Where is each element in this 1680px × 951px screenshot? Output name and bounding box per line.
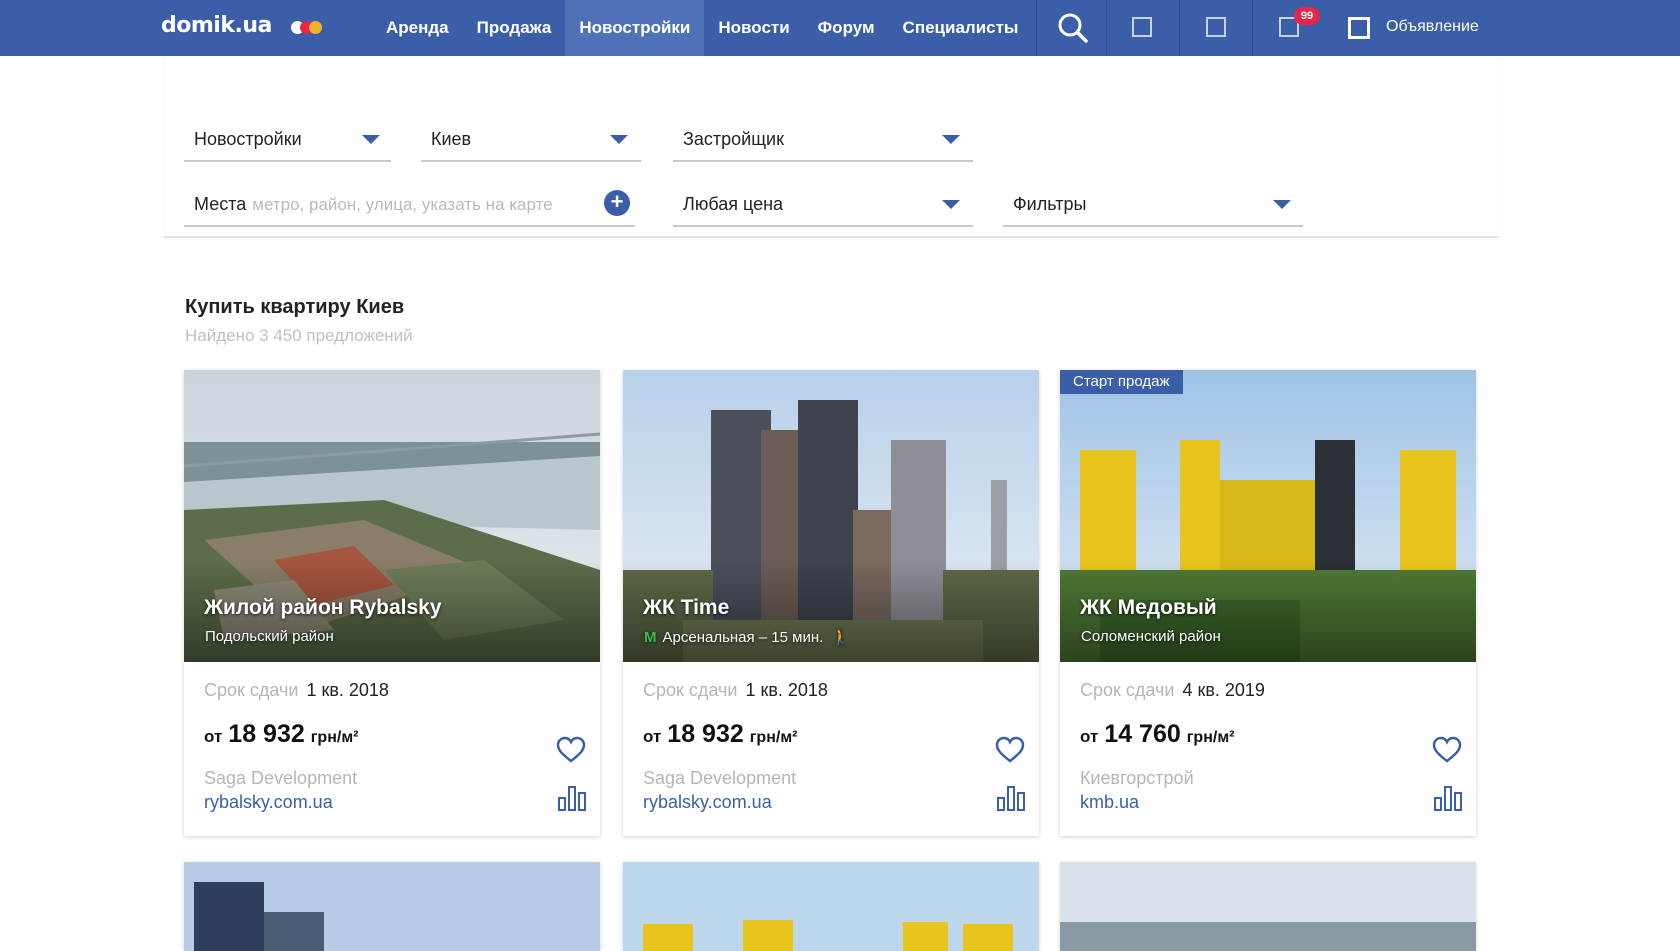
chevron-down-icon	[942, 200, 960, 209]
deadline-value: 4 кв. 2019	[1182, 680, 1265, 700]
chevron-down-icon	[942, 135, 960, 144]
listing-photo[interactable]: Жилой район Rybalsky Подольский район	[184, 370, 600, 662]
category-value: Новостройки	[194, 129, 302, 149]
places-label: Места	[194, 194, 247, 214]
chevron-down-icon	[362, 135, 380, 144]
top-navigation-bar: domik.ua Аренда Продажа Новостройки Ново…	[0, 0, 1680, 56]
city-select[interactable]: Киев	[421, 118, 641, 162]
listing-card[interactable]	[623, 862, 1039, 951]
main-nav: Аренда Продажа Новостройки Новости Форум…	[372, 0, 1032, 56]
deadline-label: Срок сдачи	[643, 680, 738, 700]
listing-name: ЖК Медовый	[1080, 596, 1217, 619]
listing-photo[interactable]	[1060, 862, 1476, 951]
nav-item-rent[interactable]: Аренда	[372, 0, 463, 56]
listing-photo[interactable]	[184, 862, 600, 951]
developer-name: Saga Development	[204, 768, 358, 788]
listing-location: M Арсенальная – 15 мин. 🚶	[644, 629, 850, 646]
sales-start-badge: Старт продаж	[1060, 370, 1183, 394]
filter-panel: Новостройки Киев Застройщик Места метро, …	[164, 56, 1498, 238]
deadline-value: 1 кв. 2018	[306, 680, 389, 700]
nav-item-specialists[interactable]: Специалисты	[889, 0, 1033, 56]
chevron-down-icon	[1273, 200, 1291, 209]
favorite-heart-icon[interactable]	[1432, 736, 1462, 764]
add-place-icon[interactable]: +	[604, 190, 630, 216]
listing-card[interactable]	[1060, 862, 1476, 951]
toolbar-button-1[interactable]	[1106, 0, 1179, 56]
listing-card[interactable]	[184, 862, 600, 951]
listing-card[interactable]: Старт продаж ЖК Медовый Соломенский райо…	[1060, 370, 1476, 836]
listing-location: Подольский район	[205, 628, 334, 645]
compare-chart-icon[interactable]	[1433, 784, 1463, 812]
nav-item-news[interactable]: Новости	[704, 0, 803, 56]
metro-icon: M	[644, 629, 657, 646]
square-icon	[1132, 17, 1152, 37]
listing-location: Соломенский район	[1081, 628, 1221, 645]
listing-card[interactable]: ЖК Time M Арсенальная – 15 мин. 🚶 Срок сда…	[623, 370, 1039, 836]
developer-site-link[interactable]: kmb.ua	[1080, 792, 1139, 813]
add-listing-icon[interactable]	[1348, 17, 1370, 39]
favorite-heart-icon[interactable]	[995, 736, 1025, 764]
deadline-label: Срок сдачи	[204, 680, 299, 700]
more-filters-value: Фильтры	[1013, 194, 1087, 214]
developer-site-link[interactable]: rybalsky.com.ua	[643, 792, 772, 813]
price-value: Любая цена	[683, 194, 784, 214]
category-select[interactable]: Новостройки	[184, 118, 391, 162]
compare-chart-icon[interactable]	[557, 784, 587, 812]
nav-item-new-buildings[interactable]: Новостройки	[565, 0, 705, 56]
logo-dots-icon	[291, 21, 325, 35]
listing-name: Жилой район Rybalsky	[204, 596, 442, 619]
deadline-value: 1 кв. 2018	[745, 680, 828, 700]
developer-site-link[interactable]: rybalsky.com.ua	[204, 792, 333, 813]
listing-card[interactable]: Жилой район Rybalsky Подольский район Ср…	[184, 370, 600, 836]
favorite-heart-icon[interactable]	[556, 736, 586, 764]
deadline-label: Срок сдачи	[1080, 680, 1175, 700]
toolbar-button-2[interactable]	[1179, 0, 1252, 56]
nav-item-sale[interactable]: Продажа	[463, 0, 566, 56]
developer-name: Saga Development	[643, 768, 797, 788]
walking-person-icon: 🚶	[831, 629, 850, 646]
search-icon	[1058, 13, 1088, 43]
chevron-down-icon	[610, 135, 628, 144]
listing-photo[interactable]: ЖК Time M Арсенальная – 15 мин. 🚶	[623, 370, 1039, 662]
developer-value: Застройщик	[683, 129, 784, 149]
more-filters-select[interactable]: Фильтры	[1003, 183, 1303, 227]
listing-photo[interactable]: Старт продаж ЖК Медовый Соломенский райо…	[1060, 370, 1476, 662]
developer-name: Киевгорстрой	[1080, 768, 1194, 788]
page-title: Купить квартиру Киев	[185, 296, 405, 318]
developer-select[interactable]: Застройщик	[673, 118, 973, 162]
site-logo[interactable]: domik.ua	[161, 13, 272, 38]
listing-price: от 14 760 грн/м²	[1080, 720, 1235, 748]
listing-price: от 18 932 грн/м²	[204, 720, 359, 748]
listing-name: ЖК Time	[643, 596, 730, 619]
results-count: Найдено 3 450 предложений	[185, 326, 413, 345]
listing-photo[interactable]	[623, 862, 1039, 951]
nav-item-forum[interactable]: Форум	[804, 0, 889, 56]
places-placeholder: метро, район, улица, указать на карте	[252, 195, 553, 214]
add-listing-button[interactable]: Объявление	[1386, 18, 1479, 36]
price-select[interactable]: Любая цена	[673, 183, 973, 227]
square-icon	[1206, 17, 1226, 37]
listing-price: от 18 932 грн/м²	[643, 720, 798, 748]
search-button[interactable]	[1036, 0, 1106, 56]
places-field[interactable]: Места метро, район, улица, указать на кар…	[184, 183, 635, 227]
compare-chart-icon[interactable]	[996, 784, 1026, 812]
city-value: Киев	[431, 129, 472, 149]
notification-badge: 99	[1294, 7, 1320, 25]
